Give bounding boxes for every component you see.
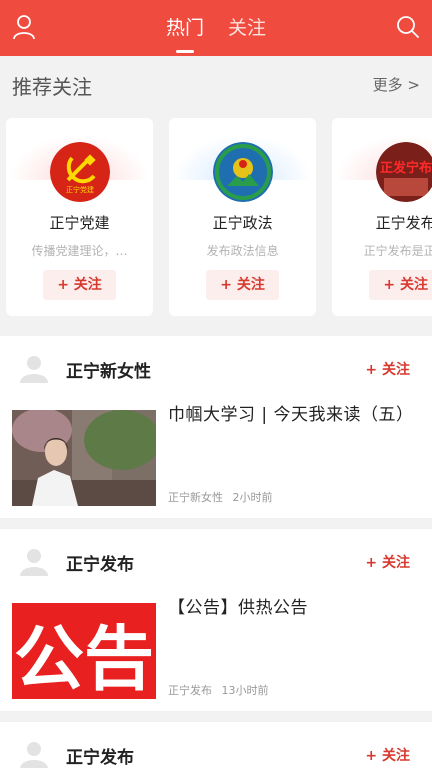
party-emblem-logo: 正宁党建 (50, 142, 110, 202)
feed-title[interactable]: 【公告】供热公告 (168, 596, 416, 620)
card-desc: 发布政法信息 (206, 244, 279, 258)
card-desc: 传播党建理论，… (31, 244, 128, 258)
recommend-card-law[interactable]: 正宁政法 发布政法信息 + 关注 (169, 118, 317, 316)
feed-author[interactable]: 正宁发布 (66, 550, 134, 575)
more-link[interactable]: 更多 > (373, 74, 420, 95)
tab-bar: 热门 关注 (0, 13, 432, 53)
avatar-placeholder-icon[interactable] (19, 353, 49, 383)
card-name: 正宁发布 (375, 214, 432, 232)
search-icon[interactable] (396, 14, 420, 40)
feed-time: 13小时前 (221, 684, 269, 697)
feed-item[interactable]: 正宁发布 + 关注 公告 【公告】供热公告 正宁发布 13小时前 (0, 529, 432, 711)
recommend-cards[interactable]: 正宁党建 正宁党建 传播党建理论，… + 关注 正宁政法 发布政法信息 + 关注 (6, 118, 432, 318)
feed-item[interactable]: 正宁发布 + 关注 (0, 722, 432, 768)
tab-hot[interactable]: 热门 (165, 13, 204, 53)
release-logo: 正发宁布 (376, 142, 432, 202)
recommend-card-release[interactable]: 正发宁布 正宁发布 正宁发布是正宁 + 关注 (332, 118, 432, 316)
recommend-title: 推荐关注 (12, 75, 92, 99)
follow-button[interactable]: + 关注 (365, 745, 410, 765)
feed-meta: 正宁新女性 2小时前 (168, 489, 279, 505)
feed-author[interactable]: 正宁新女性 (66, 357, 151, 382)
feed-meta: 正宁发布 13小时前 (168, 682, 275, 698)
feed-title[interactable]: 巾帼大学习 | 今天我来读（五） (168, 403, 416, 427)
video-thumbnail[interactable] (12, 410, 156, 506)
feed-item[interactable]: 正宁新女性 + 关注 巾帼大学习 | 今天我来读（五） 正宁新女性 2小时前 (0, 336, 432, 518)
follow-button[interactable]: + 关注 (43, 270, 116, 300)
follow-button[interactable]: + 关注 (206, 270, 280, 300)
follow-button[interactable]: + 关注 (365, 359, 410, 379)
notice-thumbnail[interactable]: 公告 (12, 603, 156, 699)
recommend-section: 推荐关注 更多 > 正宁党建 正宁党建 传播党建理论，… + 关注 正宁政法 发… (0, 56, 432, 332)
active-tab-indicator (175, 50, 194, 53)
feed-source: 正宁发布 (168, 684, 212, 697)
feed-time: 2小时前 (232, 491, 273, 504)
card-desc: 正宁发布是正宁 (363, 244, 432, 258)
law-emblem-logo (213, 142, 274, 202)
card-name: 正宁政法 (212, 214, 273, 232)
tab-following-label: 关注 (228, 17, 267, 39)
card-name: 正宁党建 (49, 214, 110, 232)
thumbnail-text: 公告 (14, 618, 154, 699)
follow-button[interactable]: + 关注 (369, 270, 432, 300)
logo-text: 正宁党建 (66, 185, 94, 194)
recommend-card-party[interactable]: 正宁党建 正宁党建 传播党建理论，… + 关注 (6, 118, 153, 316)
feed-source: 正宁新女性 (168, 491, 223, 504)
logo-text: 正发宁布 (380, 160, 432, 176)
avatar-placeholder-icon[interactable] (19, 546, 49, 576)
top-bar: 热门 关注 (0, 0, 432, 56)
tab-following[interactable]: 关注 (228, 13, 266, 40)
avatar-placeholder-icon[interactable] (19, 739, 49, 768)
follow-button[interactable]: + 关注 (365, 552, 410, 572)
feed-author[interactable]: 正宁发布 (66, 743, 134, 768)
tab-hot-label: 热门 (165, 17, 204, 39)
